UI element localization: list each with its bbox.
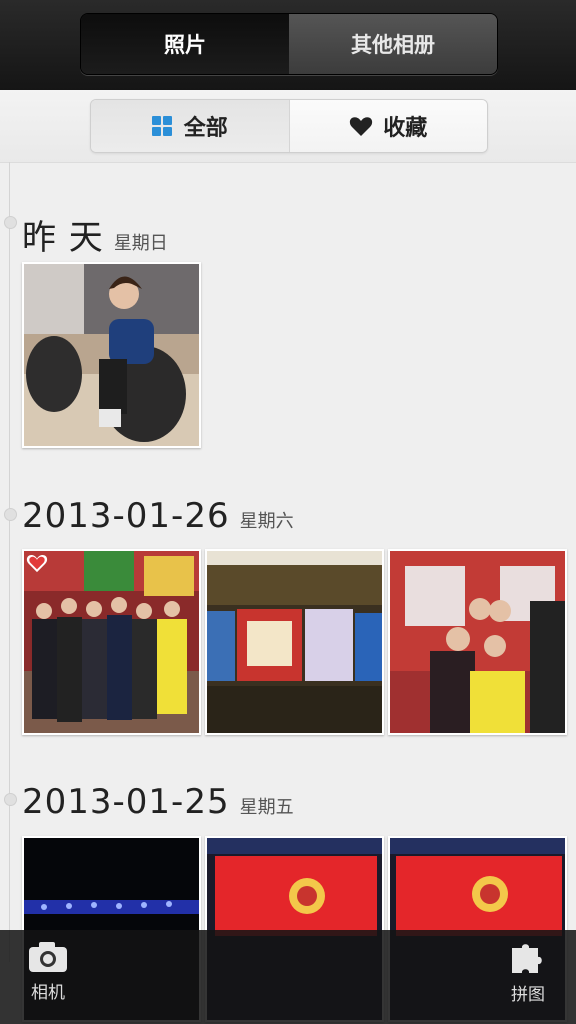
date-label: 2013-01-26 — [22, 496, 230, 536]
bottom-toolbar: 相机 拼图 — [0, 930, 576, 1024]
camera-icon — [29, 942, 67, 972]
collage-button[interactable]: 拼图 — [488, 940, 568, 1020]
heart-icon — [350, 117, 373, 136]
photo-thumbnail[interactable] — [22, 549, 201, 735]
puzzle-icon — [512, 944, 542, 973]
tab-other-albums[interactable]: 其他相册 — [289, 14, 497, 74]
weekday-label: 星期五 — [239, 797, 294, 818]
grid-icon — [151, 116, 172, 136]
collage-label: 拼图 — [511, 985, 545, 1005]
date-header: 2013-01-26 星期六 — [22, 496, 294, 536]
top-header: 照片 其他相册 — [0, 0, 576, 90]
date-label: 2013-01-25 — [22, 782, 230, 822]
tab-photos[interactable]: 照片 — [81, 14, 289, 74]
favorite-heart-icon — [26, 554, 48, 573]
timeline-dot — [4, 508, 17, 521]
camera-label: 相机 — [31, 983, 65, 1003]
filter-favorites-button[interactable]: 收藏 — [288, 100, 487, 152]
timeline-dot — [4, 216, 17, 229]
filter-favorites-label: 收藏 — [383, 116, 428, 141]
camera-button[interactable]: 相机 — [8, 940, 88, 1020]
photo-friends — [390, 551, 565, 733]
timeline-line — [9, 162, 10, 962]
weekday-label: 星期日 — [113, 233, 168, 254]
filter-switch: 全部 收藏 — [90, 99, 488, 153]
photo-group — [24, 551, 199, 733]
filter-bar: 全部 收藏 — [0, 90, 576, 163]
photo-person-chair — [24, 264, 199, 446]
filter-all-button[interactable]: 全部 — [91, 100, 289, 152]
photo-posters — [207, 551, 382, 733]
photo-thumbnail[interactable] — [205, 549, 384, 735]
timeline-dot — [4, 793, 17, 806]
album-tab-switch: 照片 其他相册 — [80, 13, 498, 75]
date-header: 2013-01-25 星期五 — [22, 782, 294, 822]
date-header: 昨 天星期日 — [22, 210, 168, 259]
filter-all-label: 全部 — [183, 116, 228, 141]
weekday-label: 星期六 — [239, 511, 294, 532]
date-label: 昨 天 — [22, 218, 104, 258]
photo-thumbnail[interactable] — [388, 549, 567, 735]
photo-thumbnail[interactable] — [22, 262, 201, 448]
